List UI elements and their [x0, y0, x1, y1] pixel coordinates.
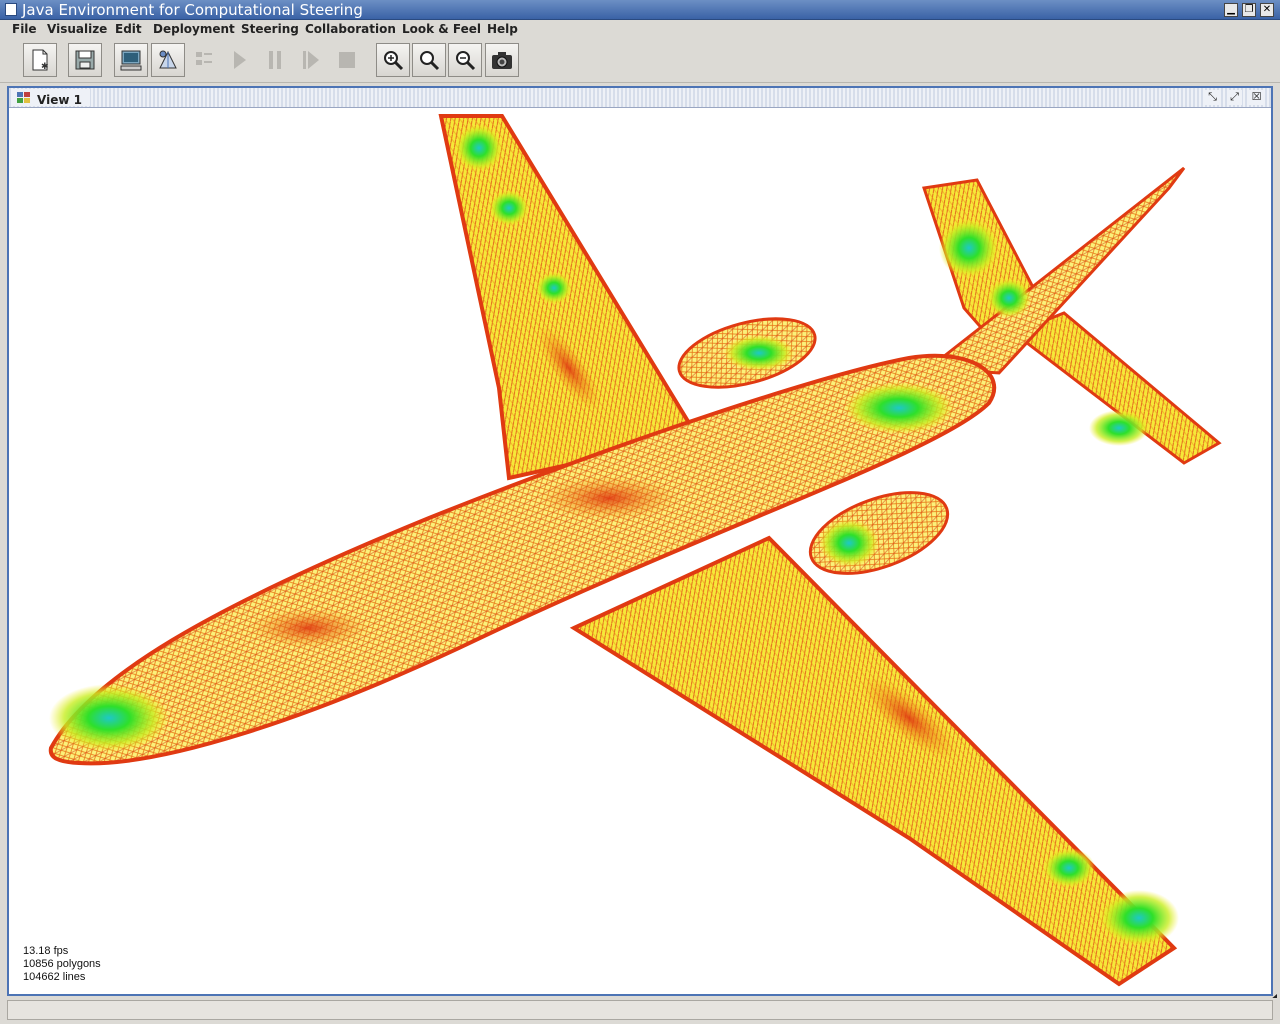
- play-icon: [234, 51, 246, 69]
- menu-edit[interactable]: Edit: [115, 22, 142, 37]
- zoom-button[interactable]: [412, 43, 446, 77]
- status-bar: [0, 998, 1280, 1024]
- stop-icon: [339, 52, 355, 68]
- minimize-icon[interactable]: ▁: [1224, 3, 1238, 17]
- zoom-in-icon: [384, 51, 404, 71]
- close-icon[interactable]: ✕: [1260, 3, 1274, 17]
- camera-button[interactable]: [485, 43, 519, 77]
- zoom-out-icon: [456, 51, 476, 71]
- new-button[interactable]: ✱: [23, 43, 57, 77]
- list-button[interactable]: [187, 43, 221, 77]
- 3d-viewport[interactable]: 13.18 fps 10856 polygons 104662 lines: [9, 108, 1271, 994]
- fps-readout: 13.18 fps: [23, 945, 69, 957]
- view-title-bar[interactable]: View 1 ⤡ ⤢ ☒: [9, 88, 1271, 108]
- new-icon: ✱: [32, 49, 49, 72]
- menu-file[interactable]: File: [12, 22, 37, 37]
- zoom-in-button[interactable]: [376, 43, 410, 77]
- render-stats: 13.18 fps 10856 polygons 104662 lines: [23, 945, 101, 984]
- title-bar[interactable]: Java Environment for Computational Steer…: [0, 0, 1280, 20]
- list-icon: [196, 52, 212, 65]
- app-icon: [5, 3, 17, 16]
- play-button[interactable]: [222, 43, 256, 77]
- step-icon: [303, 51, 319, 69]
- camera-icon: [492, 52, 512, 69]
- view-title: View 1: [37, 93, 82, 107]
- computer-button[interactable]: [114, 43, 148, 77]
- menu-help[interactable]: Help: [487, 22, 518, 37]
- zoom-out-button[interactable]: [448, 43, 482, 77]
- deploy-icon: [159, 50, 177, 69]
- step-button[interactable]: [294, 43, 328, 77]
- toolbar: ✱: [0, 39, 1280, 83]
- menu-collaboration[interactable]: Collaboration: [305, 22, 396, 37]
- aircraft-wireframe: [48, 114, 1222, 987]
- view-frame: View 1 ⤡ ⤢ ☒ 13.18 fps 10856 polygons 10…: [7, 86, 1273, 996]
- save-icon: [75, 50, 95, 70]
- frame-close-icon[interactable]: ☒: [1249, 90, 1264, 105]
- menu-visualize[interactable]: Visualize: [47, 22, 107, 37]
- maximize-icon[interactable]: ❐: [1242, 3, 1256, 17]
- frame-maximize-icon[interactable]: ⤢: [1227, 90, 1242, 105]
- window-title: Java Environment for Computational Steer…: [22, 1, 363, 19]
- status-field: [7, 1000, 1273, 1020]
- line-count: 104662 lines: [23, 971, 86, 983]
- polygon-count: 10856 polygons: [23, 958, 101, 970]
- stop-button[interactable]: [330, 43, 364, 77]
- svg-text:✱: ✱: [41, 62, 49, 72]
- pause-button[interactable]: [258, 43, 292, 77]
- pause-icon: [269, 51, 281, 69]
- menu-steering[interactable]: Steering: [241, 22, 299, 37]
- application-window: Java Environment for Computational Steer…: [0, 0, 1280, 1024]
- view-icon: [17, 92, 30, 103]
- save-button[interactable]: [68, 43, 102, 77]
- menu-deployment[interactable]: Deployment: [153, 22, 235, 37]
- deploy-button[interactable]: [151, 43, 185, 77]
- view-title-label: View 1: [13, 89, 90, 107]
- frame-iconify-icon[interactable]: ⤡: [1205, 90, 1220, 105]
- zoom-icon: [420, 51, 440, 71]
- menu-look-and-feel[interactable]: Look & Feel: [402, 22, 481, 37]
- menu-bar: File Visualize Edit Deployment Steering …: [0, 20, 1280, 39]
- computer-icon: [120, 50, 142, 71]
